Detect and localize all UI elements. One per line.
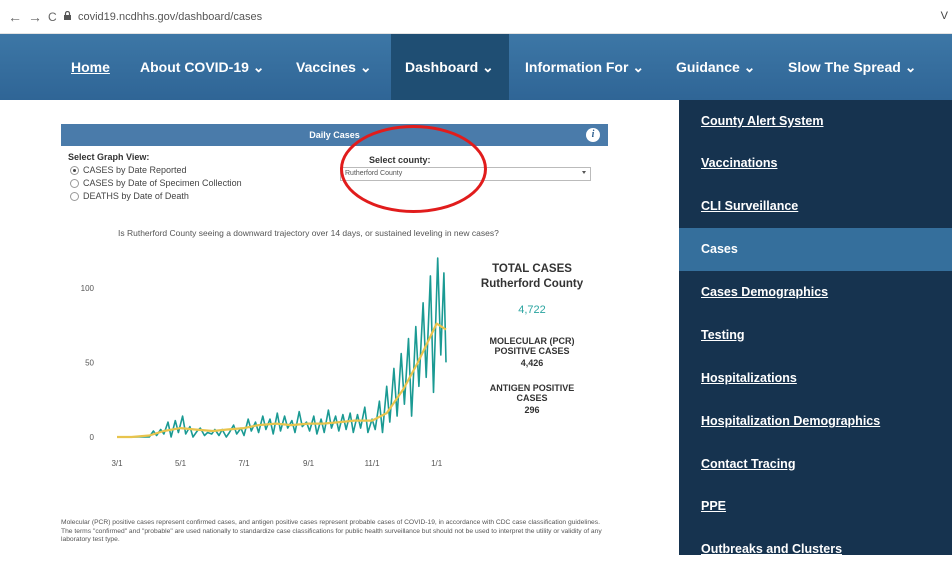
case-definition-footnote: Molecular (PCR) positive cases represent… bbox=[61, 519, 602, 544]
pcr-title-line-1: MOLECULAR (PCR) bbox=[489, 336, 575, 346]
antigen-cases-value: 296 bbox=[524, 405, 540, 415]
total-cases-title: TOTAL CASES bbox=[492, 263, 572, 275]
antigen-title-line-1: ANTIGEN POSITIVE bbox=[489, 383, 575, 393]
pcr-cases-value: 4,426 bbox=[520, 358, 544, 368]
seven-day-average-line bbox=[117, 322, 447, 439]
total-cases-value: 4,722 bbox=[518, 304, 546, 316]
x-tick-label: 5/1 bbox=[175, 459, 187, 468]
x-tick-label: 9/1 bbox=[303, 459, 315, 468]
y-tick-label: 100 bbox=[81, 284, 95, 293]
daily-cases-line bbox=[117, 257, 447, 438]
x-tick-label: 3/1 bbox=[111, 459, 123, 468]
pcr-cases-title: MOLECULAR (PCR) POSITIVE CASES bbox=[478, 336, 586, 356]
x-tick-label: 7/1 bbox=[238, 459, 250, 468]
total-cases-county: Rutherford County bbox=[480, 278, 584, 290]
daily-cases-chart: 0 50 100 3/1 5/1 7/1 9/1 11/1 1/1 bbox=[81, 257, 447, 468]
y-tick-label: 0 bbox=[90, 433, 95, 442]
x-tick-label: 11/1 bbox=[365, 459, 381, 468]
pcr-title-line-2: POSITIVE CASES bbox=[494, 346, 570, 356]
x-tick-label: 1/1 bbox=[431, 459, 443, 468]
antigen-title-line-2: CASES bbox=[516, 393, 548, 403]
y-tick-label: 50 bbox=[85, 358, 94, 367]
antigen-cases-title: ANTIGEN POSITIVE CASES bbox=[478, 383, 586, 403]
